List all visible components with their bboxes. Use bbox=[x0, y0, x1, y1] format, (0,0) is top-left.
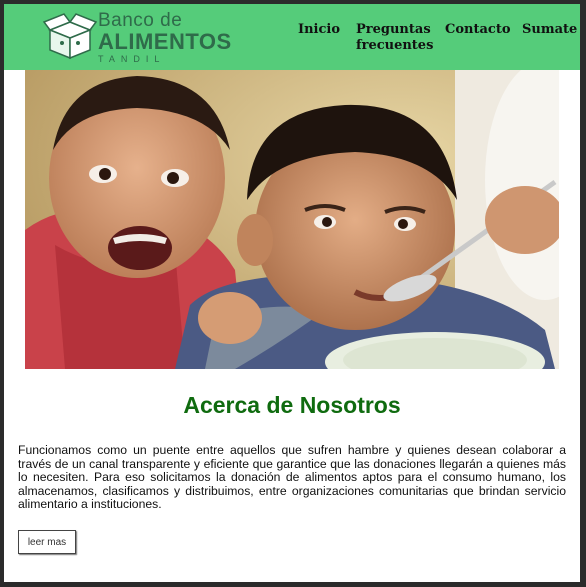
hero-image bbox=[25, 70, 559, 369]
box-logo-icon bbox=[42, 13, 98, 60]
nav-sumate[interactable]: Sumate bbox=[522, 22, 577, 38]
about-text: Funcionamos como un puente entre aquello… bbox=[18, 443, 566, 511]
nav-inicio[interactable]: Inicio bbox=[298, 22, 340, 38]
site-logo[interactable]: Banco de ALIMENTOS TANDIL bbox=[42, 10, 231, 64]
logo-line2: ALIMENTOS bbox=[98, 29, 232, 54]
logo-line3: TANDIL bbox=[98, 54, 166, 64]
nav-contacto[interactable]: Contacto bbox=[445, 22, 511, 38]
logo-line1: Banco de bbox=[98, 10, 183, 31]
about-title: Acerca de Nosotros bbox=[183, 392, 401, 418]
nav-preguntas-frecuentes[interactable]: Preguntas frecuentes bbox=[356, 22, 433, 54]
site-header: Banco de ALIMENTOS TANDIL Inicio Pregunt… bbox=[4, 4, 580, 70]
page-frame: Banco de ALIMENTOS TANDIL Inicio Pregunt… bbox=[4, 4, 580, 582]
read-more-button[interactable]: leer mas bbox=[18, 530, 76, 554]
logo-wordmark: Banco de ALIMENTOS TANDIL bbox=[98, 11, 232, 64]
children-eating-photo bbox=[25, 70, 559, 369]
